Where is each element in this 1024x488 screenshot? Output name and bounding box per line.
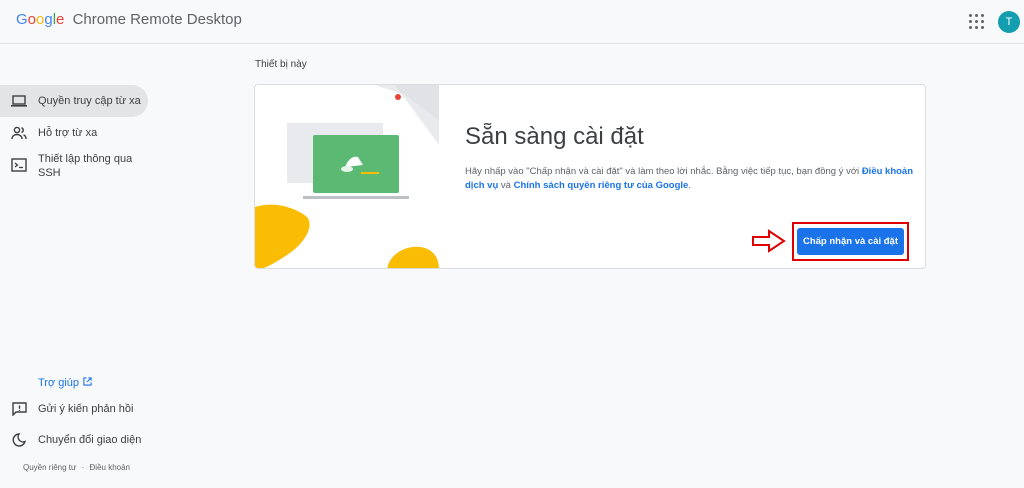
help-link[interactable]: Trợ giúp <box>38 377 92 389</box>
people-icon <box>11 125 27 141</box>
setup-illustration <box>255 85 439 268</box>
google-logo-letter: G <box>16 11 28 28</box>
sidebar-item-remote-support[interactable]: Hỗ trợ từ xa <box>0 125 97 141</box>
footer-links: Quyền riêng tư · Điều khoản <box>23 463 130 472</box>
card-description-and: và <box>498 180 514 191</box>
sidebar-item-label: Thiết lập thông qua SSH <box>38 153 133 179</box>
toggle-theme-item[interactable]: Chuyển đổi giao diện <box>0 432 141 448</box>
help-link-label: Trợ giúp <box>38 377 80 389</box>
moon-icon <box>11 432 27 448</box>
send-feedback-item[interactable]: Gửi ý kiến phản hồi <box>0 401 133 417</box>
google-logo-letter: e <box>56 11 65 28</box>
section-title: Thiết bị này <box>255 59 307 70</box>
open-in-new-icon <box>83 377 92 389</box>
card-description-end: . <box>688 180 691 191</box>
app-header: Google Chrome Remote Desktop T <box>0 0 1024 44</box>
sidebar-item-label: Hỗ trợ từ xa <box>38 127 98 139</box>
terminal-icon <box>11 157 27 173</box>
privacy-policy-link[interactable]: Chính sách quyền riêng tư của Google <box>514 180 689 191</box>
sidebar-item-remote-access[interactable]: Quyền truy cập từ xa <box>0 85 148 117</box>
laptop-icon <box>11 93 27 109</box>
card-description: Hãy nhấp vào "Chấp nhận và cài đặt" và l… <box>465 165 915 193</box>
feedback-icon <box>11 401 27 417</box>
google-logo-letter: o <box>27 11 37 28</box>
toggle-theme-label: Chuyển đổi giao diện <box>38 434 142 446</box>
sidebar-item-label: Quyền truy cập từ xa <box>38 95 141 107</box>
send-feedback-label: Gửi ý kiến phản hồi <box>38 403 134 415</box>
google-logo-letter: g <box>44 11 53 28</box>
product-name: Chrome Remote Desktop <box>72 11 242 28</box>
annotation-arrow-icon <box>751 229 786 253</box>
apps-grid-icon[interactable] <box>969 14 985 30</box>
sidebar-item-ssh-setup[interactable]: Thiết lập thông qua SSH <box>0 152 150 180</box>
terms-link[interactable]: Điều khoản <box>90 463 130 472</box>
app-logo[interactable]: Google Chrome Remote Desktop <box>16 11 242 28</box>
footer-separator: · <box>81 463 85 472</box>
card-description-text: Hãy nhấp vào "Chấp nhận và cài đặt" và l… <box>465 166 862 177</box>
privacy-link[interactable]: Quyền riêng tư <box>23 463 76 472</box>
card-heading: Sẵn sàng cài đặt <box>465 123 644 150</box>
avatar[interactable]: T <box>998 11 1020 33</box>
accept-and-install-button[interactable]: Chấp nhận và cài đặt <box>797 228 904 255</box>
